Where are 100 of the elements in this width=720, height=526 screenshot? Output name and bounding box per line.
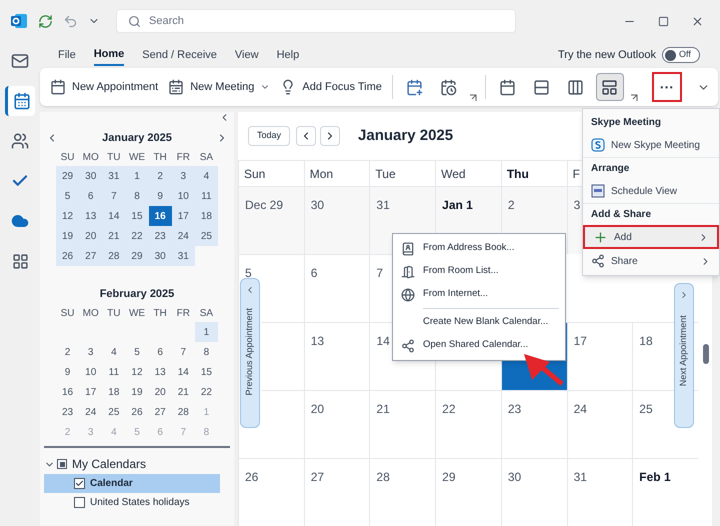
day-cell[interactable]: 6: [304, 254, 370, 322]
date-cell[interactable]: 21: [172, 382, 195, 402]
date-cell[interactable]: 26: [125, 402, 149, 422]
day-cell[interactable]: 31: [566, 458, 632, 526]
date-cell[interactable]: 4: [102, 342, 126, 362]
date-cell[interactable]: 17: [172, 206, 195, 226]
date-cell[interactable]: 7: [172, 342, 195, 362]
date-cell[interactable]: 22: [194, 382, 218, 402]
date-cell[interactable]: 20: [79, 226, 102, 246]
date-cell[interactable]: 18: [102, 382, 126, 402]
date-cell[interactable]: 19: [125, 382, 149, 402]
day-cell[interactable]: 13: [304, 322, 370, 390]
date-cell[interactable]: 29: [125, 246, 149, 266]
date-cell[interactable]: 8: [194, 342, 218, 362]
date-cell[interactable]: 21: [102, 226, 126, 246]
date-cell[interactable]: 4: [194, 166, 218, 186]
menu-item[interactable]: Create New Blank Calendar...: [393, 311, 565, 334]
menu-item[interactable]: New Skype Meeting: [583, 133, 719, 157]
day-cell[interactable]: 20: [304, 390, 370, 458]
day-cell[interactable]: 21: [369, 390, 436, 458]
menu-item[interactable]: Open Shared Calendar...: [393, 334, 565, 357]
date-cell[interactable]: 24: [172, 226, 195, 246]
date-cell[interactable]: 15: [194, 362, 218, 382]
date-cell[interactable]: 29: [56, 166, 80, 186]
date-cell[interactable]: 1: [194, 322, 218, 342]
menu-tab[interactable]: Send / Receive: [142, 44, 217, 66]
date-cell[interactable]: 14: [102, 206, 126, 226]
checkbox[interactable]: [74, 497, 85, 508]
date-cell[interactable]: 3: [79, 342, 102, 362]
day-cell[interactable]: 24: [566, 390, 632, 458]
date-cell[interactable]: 7: [102, 186, 126, 206]
menu-tab[interactable]: Help: [276, 44, 300, 66]
date-cell[interactable]: 5: [56, 186, 80, 206]
ribbon-button[interactable]: Add Focus Time: [278, 73, 384, 101]
previous-appointment-tab[interactable]: Previous Appointment: [240, 278, 260, 428]
checkbox[interactable]: [57, 459, 67, 469]
date-cell[interactable]: 30: [148, 246, 172, 266]
date-cell[interactable]: 9: [56, 362, 80, 382]
date-cell[interactable]: 9: [148, 186, 172, 206]
date-cell[interactable]: 25: [194, 226, 218, 246]
date-cell[interactable]: 20: [148, 382, 172, 402]
date-cell[interactable]: 1: [125, 166, 149, 186]
date-cell[interactable]: 15: [125, 206, 149, 226]
menu-item[interactable]: Schedule View: [583, 179, 719, 203]
checkbox[interactable]: [74, 478, 85, 489]
toggle-switch[interactable]: Off: [662, 47, 700, 63]
day-cell[interactable]: 22: [435, 390, 501, 458]
date-cell[interactable]: 28: [172, 402, 195, 422]
date-cell[interactable]: 23: [56, 402, 80, 422]
day-cell[interactable]: 23: [500, 390, 567, 458]
menu-tab[interactable]: Home: [94, 44, 124, 66]
menu-item[interactable]: From Room List...: [393, 260, 565, 283]
date-cell[interactable]: 28: [102, 246, 126, 266]
day-cell[interactable]: 29: [435, 458, 501, 526]
day-cell[interactable]: 30: [304, 186, 370, 254]
date-cell[interactable]: 11: [194, 186, 218, 206]
day-cell[interactable]: 28: [369, 458, 436, 526]
date-cell[interactable]: 3: [172, 166, 195, 186]
day-cell[interactable]: 27: [304, 458, 370, 526]
dialog-launcher-icon[interactable]: [468, 94, 477, 102]
dialog-launcher-icon[interactable]: [630, 94, 638, 102]
date-cell[interactable]: 13: [79, 206, 102, 226]
close-icon[interactable]: [691, 14, 704, 28]
calendar-list-item[interactable]: United States holidays: [44, 493, 220, 512]
date-cell[interactable]: 16: [148, 206, 172, 226]
date-cell[interactable]: 19: [56, 226, 80, 246]
calendar-icon[interactable]: [5, 86, 35, 116]
search-field[interactable]: Search: [116, 9, 516, 33]
date-cell[interactable]: 18: [194, 206, 218, 226]
date-cell[interactable]: 30: [79, 166, 102, 186]
menu-item[interactable]: Add: [583, 225, 719, 249]
sync-icon[interactable]: [38, 14, 53, 28]
date-cell[interactable]: 31: [102, 166, 126, 186]
date-cell[interactable]: 13: [148, 362, 172, 382]
menu-item[interactable]: Share: [583, 249, 719, 273]
next-appointment-tab[interactable]: Next Appointment: [674, 283, 694, 428]
date-cell[interactable]: 10: [79, 362, 102, 382]
day-cell[interactable]: 26: [238, 458, 304, 526]
date-cell[interactable]: 2: [56, 342, 80, 362]
date-cell[interactable]: 12: [56, 206, 80, 226]
scrollbar-thumb[interactable]: [703, 344, 709, 364]
date-cell[interactable]: 27: [148, 402, 172, 422]
date-cell[interactable]: 6: [79, 186, 102, 206]
calendar-list-item[interactable]: Calendar: [44, 474, 220, 493]
today-button[interactable]: Today: [248, 126, 290, 146]
date-cell[interactable]: 26: [56, 246, 80, 266]
date-cell[interactable]: 12: [125, 362, 149, 382]
day-cell[interactable]: Dec 29: [238, 186, 304, 254]
menu-tab[interactable]: File: [58, 44, 76, 66]
date-cell[interactable]: 24: [79, 402, 102, 422]
date-cell[interactable]: 14: [172, 362, 195, 382]
date-cell[interactable]: 8: [125, 186, 149, 206]
date-cell[interactable]: 25: [102, 402, 126, 422]
previous-button[interactable]: [296, 126, 316, 146]
date-cell[interactable]: 17: [79, 382, 102, 402]
ribbon-button[interactable]: New Appointment: [48, 73, 160, 101]
date-cell[interactable]: 2: [148, 166, 172, 186]
date-cell[interactable]: 11: [102, 362, 126, 382]
day-cell[interactable]: 30: [500, 458, 567, 526]
day-cell[interactable]: Feb 1: [632, 458, 698, 526]
